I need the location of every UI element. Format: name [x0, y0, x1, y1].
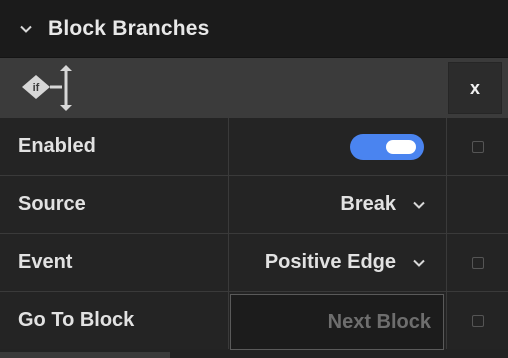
row-label: Enabled	[18, 135, 96, 157]
block-row: if	[0, 58, 508, 118]
dropdown-value: Break	[340, 193, 396, 215]
section-title: Block Branches	[48, 16, 210, 40]
chevron-down-icon	[412, 198, 426, 212]
table-row-enabled: Enabled	[0, 118, 508, 176]
source-dropdown[interactable]: Break	[228, 176, 446, 233]
go-to-block-field-wrapper	[230, 294, 444, 350]
table-row-go-to-block: Go To Block	[0, 292, 508, 350]
row-label: Source	[18, 193, 86, 215]
table-row-source: Source Break	[0, 176, 508, 234]
checkbox-cell	[446, 234, 508, 291]
toggle-knob	[386, 139, 416, 154]
properties-table: Enabled Source Break Event Positive Edge	[0, 118, 508, 350]
value-cell	[228, 118, 446, 175]
enabled-checkbox[interactable]	[471, 140, 484, 153]
event-dropdown[interactable]: Positive Edge	[228, 234, 446, 291]
go-to-block-checkbox[interactable]	[471, 314, 484, 327]
row-label: Go To Block	[18, 309, 135, 331]
go-to-block-input[interactable]	[231, 309, 433, 335]
checkbox-cell	[446, 176, 508, 233]
close-button[interactable]: x	[448, 62, 502, 114]
table-row-event: Event Positive Edge	[0, 234, 508, 292]
checkbox-cell	[446, 292, 508, 349]
horizontal-scrollbar[interactable]	[0, 352, 170, 358]
if-branch-icon: if	[20, 65, 80, 111]
row-label: Event	[18, 251, 73, 273]
section-header[interactable]: Block Branches	[0, 0, 508, 58]
dropdown-value: Positive Edge	[264, 251, 396, 273]
block-branches-panel: Block Branches if x Enabled Source Break…	[0, 0, 508, 358]
chevron-down-icon[interactable]	[16, 19, 36, 39]
event-checkbox[interactable]	[471, 256, 484, 269]
chevron-down-icon	[412, 256, 426, 270]
if-icon-text: if	[33, 82, 40, 94]
enabled-toggle[interactable]	[350, 133, 424, 160]
checkbox-cell	[446, 118, 508, 175]
